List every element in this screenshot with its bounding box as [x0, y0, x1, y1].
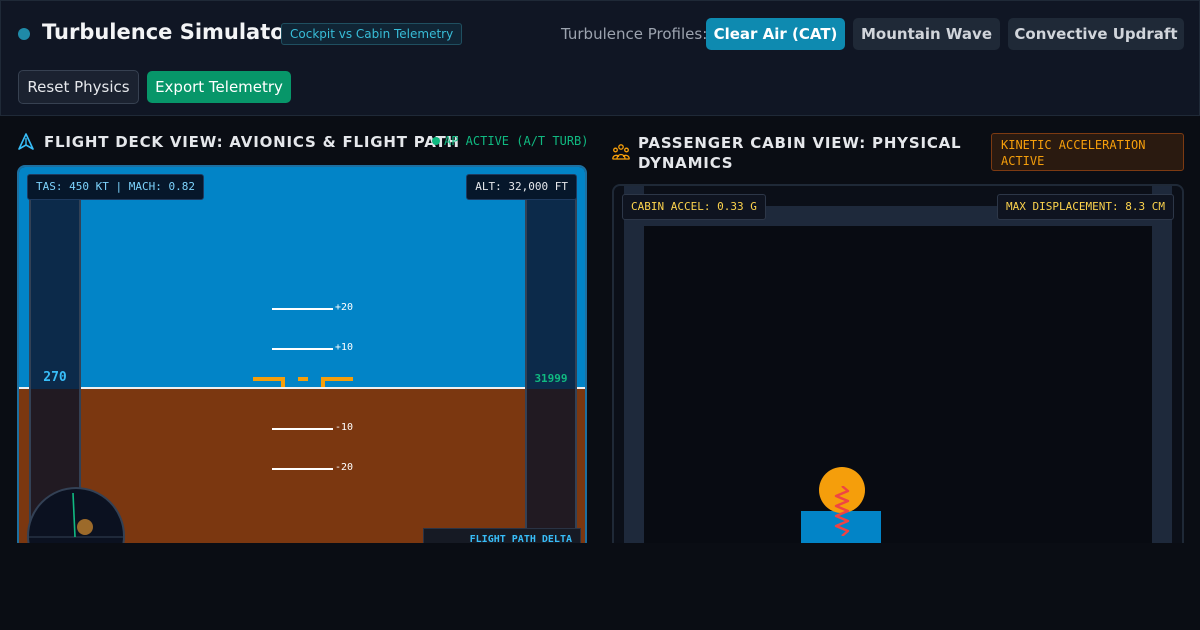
attitude-sky [19, 167, 585, 388]
cabin-view-panel: CABIN ACCEL: 0.33 G MAX DISPLACEMENT: 8.… [612, 184, 1184, 543]
profiles-label: Turbulence Profiles: [561, 25, 708, 43]
cabin-view-title: PASSENGER CABIN VIEW: PHYSICAL DYNAMICS [638, 134, 962, 172]
speed-value: 270 [43, 370, 67, 385]
autopilot-status: AP ACTIVE (A/T TURB) [432, 134, 589, 148]
pitch-line-plus-10 [272, 348, 333, 350]
profile-button-convective-updraft[interactable]: Convective Updraft [1008, 18, 1184, 50]
flight-path-delta-panel: FLIGHT PATH DELTA [423, 528, 581, 543]
cabin-acceleration-readout: CABIN ACCEL: 0.33 G [622, 194, 766, 220]
altitude-value: 31999 [534, 372, 568, 385]
aircraft-symbol-right-tick [321, 377, 325, 387]
profile-button-mountain-wave[interactable]: Mountain Wave [853, 18, 1000, 50]
pitch-line-minus-10 [272, 428, 333, 430]
subtitle-badge: Cockpit vs Cabin Telemetry [281, 23, 463, 45]
autopilot-status-dot [432, 137, 440, 145]
pitch-label-plus-20: +20 [335, 302, 354, 313]
export-telemetry-button[interactable]: Export Telemetry [147, 71, 291, 103]
aircraft-icon [18, 133, 34, 150]
pitch-label-plus-10: +10 [335, 342, 354, 353]
primary-flight-display: +20 +10 -10 -20 270 31999 TAS: 450 KT | … [17, 165, 587, 543]
kinetic-acceleration-badge: KINETIC ACCELERATION ACTIVE [991, 133, 1184, 171]
max-displacement-readout: MAX DISPLACEMENT: 8.3 CM [997, 194, 1174, 220]
horizon-line [19, 387, 585, 389]
aircraft-symbol-center [298, 377, 308, 381]
flight-path-delta-label: FLIGHT PATH DELTA [469, 534, 572, 543]
suspension-spring-icon [834, 486, 850, 536]
tas-mach-readout: TAS: 450 KT | MACH: 0.82 [27, 174, 204, 200]
pitch-label-minus-10: -10 [335, 422, 354, 433]
pitch-line-plus-20 [272, 308, 333, 310]
altitude-tape: 31999 [525, 187, 577, 543]
autopilot-status-label: AP ACTIVE (A/T TURB) [444, 134, 589, 148]
pitch-line-minus-20 [272, 468, 333, 470]
altitude-readout: ALT: 32,000 FT [466, 174, 577, 200]
cabin-interior [644, 226, 1152, 543]
cabin-wall-right [1152, 186, 1172, 543]
app-header: Turbulence Simulator Cockpit vs Cabin Te… [0, 0, 1200, 116]
pitch-label-minus-20: -20 [335, 462, 354, 473]
app-title: Turbulence Simulator [42, 20, 296, 44]
cabin-wall-left [624, 186, 644, 543]
passengers-icon [612, 144, 630, 160]
profile-button-clear-air[interactable]: Clear Air (CAT) [706, 18, 845, 50]
status-indicator-dot [18, 28, 30, 40]
flight-deck-title: FLIGHT DECK VIEW: AVIONICS & FLIGHT PATH [44, 133, 460, 151]
reset-physics-button[interactable]: Reset Physics [18, 70, 139, 104]
aircraft-symbol-right-wing [321, 377, 353, 381]
aircraft-symbol-left-tick [281, 377, 285, 387]
